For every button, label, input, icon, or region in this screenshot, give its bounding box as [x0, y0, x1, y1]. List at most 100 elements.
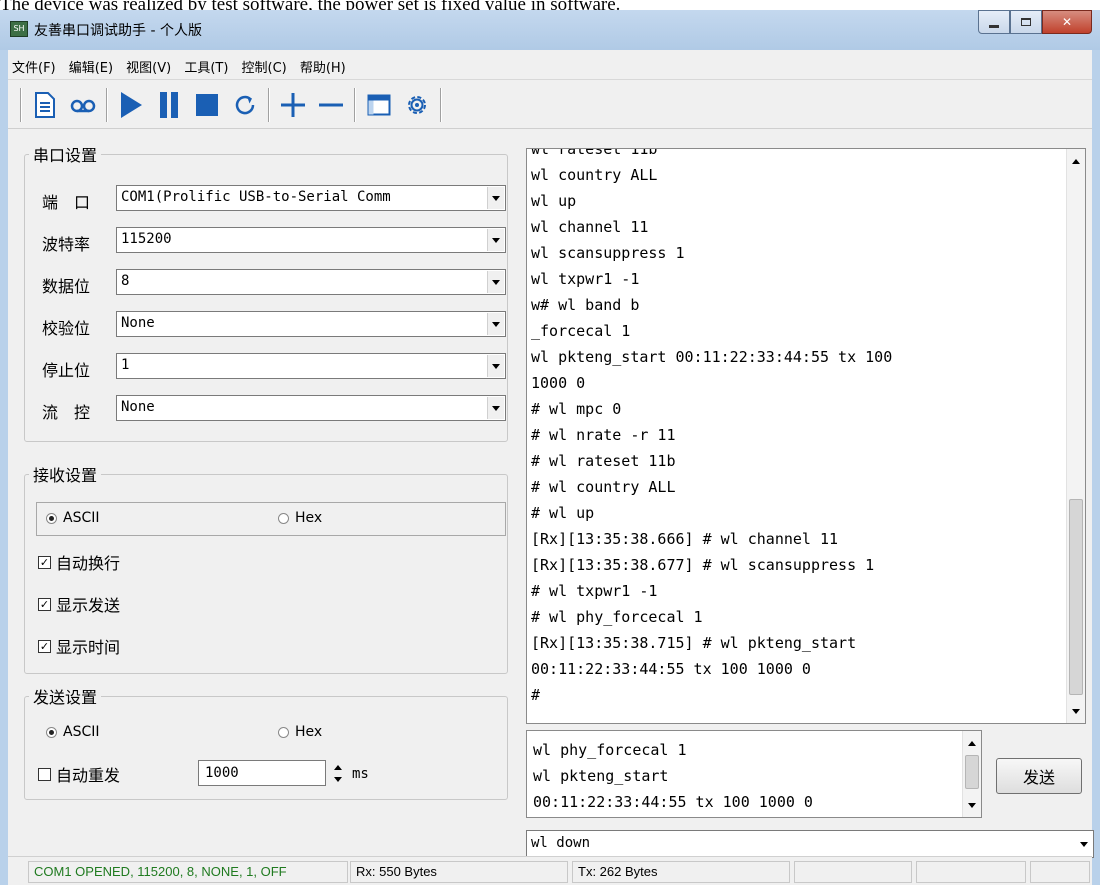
auto-resend-checkbox[interactable]: 自动重发: [38, 762, 120, 786]
scroll-thumb[interactable]: [965, 755, 979, 789]
document-icon: [35, 91, 55, 118]
dropdown-button[interactable]: [487, 187, 504, 209]
log-line: #: [531, 686, 541, 704]
settings-button[interactable]: [398, 86, 436, 124]
send-line: wl phy_forcecal 1: [533, 741, 687, 759]
stop-button[interactable]: [188, 86, 226, 124]
close-button[interactable]: ✕: [1042, 10, 1092, 34]
flow-control-select[interactable]: None: [116, 395, 506, 421]
interval-spinner[interactable]: [329, 761, 347, 785]
word-wrap-checkbox[interactable]: ✓ 自动换行: [38, 550, 120, 574]
pause-button[interactable]: [150, 86, 188, 124]
scroll-down-button[interactable]: [963, 795, 981, 815]
send-ascii-radio[interactable]: ASCII: [46, 724, 100, 740]
chevron-down-icon: [492, 237, 500, 243]
receive-ascii-radio[interactable]: ASCII: [46, 510, 100, 526]
receive-hex-label: Hex: [295, 510, 323, 526]
receive-settings-title: 接收设置: [33, 466, 98, 485]
send-line: 00:11:22:33:44:55 tx 100 1000 0: [533, 793, 813, 811]
radio-selected-icon: [46, 512, 57, 524]
dropdown-button[interactable]: [487, 313, 504, 335]
send-ascii-label: ASCII: [63, 724, 100, 740]
dropdown-button[interactable]: [1075, 832, 1092, 856]
port-label: 端 口: [42, 193, 91, 212]
start-button[interactable]: [112, 86, 150, 124]
show-sent-checkbox[interactable]: ✓ 显示发送: [38, 592, 120, 616]
radio-unselected-icon: [278, 726, 289, 738]
stop-bits-select[interactable]: 1: [116, 353, 506, 379]
port-status: COM1 OPENED, 115200, 8, NONE, 1, OFF: [28, 861, 348, 883]
port-select[interactable]: COM1(Prolific USB-to-Serial Comm: [116, 185, 506, 211]
send-textarea[interactable]: wl phy_forcecal 1 wl pkteng_start 00:11:…: [526, 730, 982, 818]
chevron-down-icon: [1079, 841, 1088, 847]
maximize-icon: [1021, 18, 1031, 26]
log-line: [Rx][13:35:38.715] # wl pkteng_start: [531, 634, 857, 652]
resend-interval-value: 1000: [205, 765, 239, 781]
data-bits-label: 数据位: [42, 277, 91, 296]
data-bits-value: 8: [121, 273, 130, 289]
minimize-button[interactable]: [978, 10, 1010, 34]
send-button[interactable]: 发送: [996, 758, 1082, 794]
baud-rate-select[interactable]: 115200: [116, 227, 506, 253]
app-window: SH 友善串口调试助手 - 个人版 ✕ 文件(F) 编辑(E) 视图(V) 工具…: [0, 10, 1100, 885]
remove-button[interactable]: [312, 86, 350, 124]
log-line: # wl phy_forcecal 1: [531, 608, 703, 626]
refresh-button[interactable]: [226, 86, 264, 124]
close-icon: ✕: [1061, 15, 1073, 29]
scroll-up-button[interactable]: [963, 733, 981, 753]
menu-control[interactable]: 控制(C): [238, 50, 291, 76]
spin-down-icon[interactable]: [334, 776, 342, 782]
maximize-button[interactable]: [1010, 10, 1042, 34]
scroll-down-button[interactable]: [1067, 701, 1085, 721]
command-history-select[interactable]: wl down: [526, 830, 1094, 858]
log-line: [Rx][13:35:38.666] # wl channel 11: [531, 530, 839, 548]
checkmark-icon: ✓: [38, 639, 51, 653]
spin-up-icon[interactable]: [334, 764, 342, 770]
send-hex-radio[interactable]: Hex: [278, 724, 322, 740]
checkmark-icon: ✓: [38, 597, 51, 611]
data-bits-select[interactable]: 8: [116, 269, 506, 295]
dropdown-button[interactable]: [487, 397, 504, 419]
scroll-up-button[interactable]: [1067, 151, 1085, 171]
dropdown-button[interactable]: [487, 355, 504, 377]
refresh-icon: [235, 95, 255, 114]
status-cell-empty: [1030, 861, 1090, 883]
window-title: 友善串口调试助手 - 个人版: [34, 23, 202, 39]
menu-help[interactable]: 帮助(H): [296, 50, 350, 76]
new-document-button[interactable]: [26, 86, 64, 124]
dropdown-button[interactable]: [487, 271, 504, 293]
flow-control-value: None: [121, 399, 155, 415]
command-value: wl down: [531, 835, 591, 851]
menu-edit[interactable]: 编辑(E): [65, 50, 117, 76]
receive-textarea[interactable]: wl rateset 11b wl country ALL wl up wl c…: [526, 148, 1086, 724]
menu-tools[interactable]: 工具(T): [180, 50, 232, 76]
dropdown-button[interactable]: [487, 229, 504, 251]
toolbar-separator: [354, 87, 356, 122]
receive-scrollbar[interactable]: [1066, 149, 1085, 723]
resend-interval-input[interactable]: 1000: [198, 760, 342, 786]
toolbar-separator: [20, 87, 22, 122]
log-line: # wl txpwr1 -1: [531, 582, 658, 600]
log-line: wl scansuppress 1: [531, 244, 685, 262]
radio-unselected-icon: [278, 512, 289, 524]
log-line: wl txpwr1 -1: [531, 270, 640, 288]
send-scrollbar[interactable]: [962, 731, 981, 817]
baud-rate-label: 波特率: [42, 235, 91, 254]
receive-hex-radio[interactable]: Hex: [278, 510, 322, 526]
parity-select[interactable]: None: [116, 311, 506, 337]
rx-count: Rx: 550 Bytes: [350, 861, 568, 883]
window-button[interactable]: [360, 86, 398, 124]
menu-view[interactable]: 视图(V): [122, 50, 175, 76]
log-line: _forcecal 1: [531, 322, 631, 340]
port-value: COM1(Prolific USB-to-Serial Comm: [121, 189, 391, 205]
record-loop-button[interactable]: [64, 86, 102, 124]
add-button[interactable]: [274, 86, 312, 124]
menu-file[interactable]: 文件(F): [8, 50, 60, 76]
show-time-checkbox[interactable]: ✓ 显示时间: [38, 634, 120, 658]
log-line: # wl nrate -r 11: [531, 426, 676, 444]
title-bar[interactable]: SH 友善串口调试助手 - 个人版 ✕: [0, 10, 1100, 50]
scroll-up-icon: [968, 740, 976, 746]
chevron-down-icon: [492, 405, 500, 411]
send-text: wl phy_forcecal 1 wl pkteng_start 00:11:…: [533, 737, 813, 815]
scroll-thumb[interactable]: [1069, 499, 1083, 695]
